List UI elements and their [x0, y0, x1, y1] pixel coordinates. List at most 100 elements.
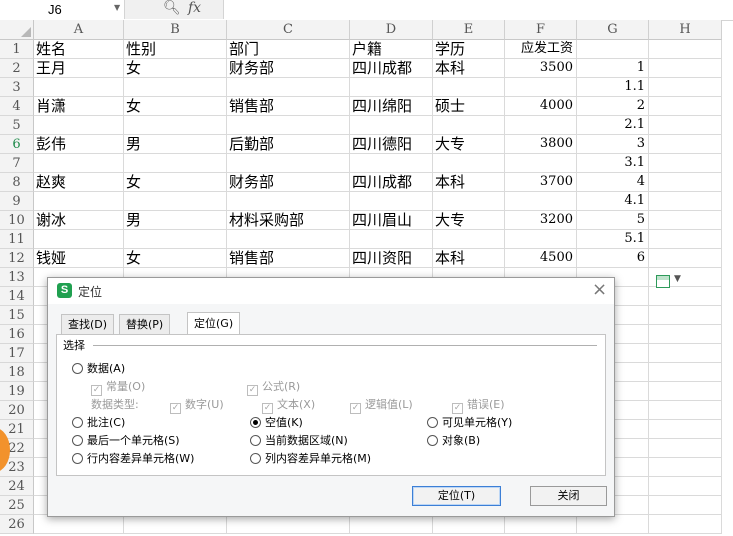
- cell-h23[interactable]: [649, 458, 722, 477]
- option-last-cell[interactable]: 最后一个单元格(S): [72, 432, 180, 448]
- cell-e10[interactable]: 大专: [433, 211, 505, 230]
- row-header-13[interactable]: 13: [0, 268, 34, 287]
- cell-d9[interactable]: [350, 192, 433, 211]
- cell-e5[interactable]: [433, 116, 505, 135]
- cell-h6[interactable]: [649, 135, 722, 154]
- row-header-17[interactable]: 17: [0, 344, 34, 363]
- column-header-f[interactable]: F: [505, 20, 577, 40]
- chevron-down-icon[interactable]: ▼: [114, 3, 120, 12]
- cell-a7[interactable]: [34, 154, 124, 173]
- cell-a9[interactable]: [34, 192, 124, 211]
- cell-e9[interactable]: [433, 192, 505, 211]
- row-header-2[interactable]: 2: [0, 59, 34, 78]
- cell-d10[interactable]: 四川眉山: [350, 211, 433, 230]
- row-header-6[interactable]: 6: [0, 135, 34, 154]
- cell-f1[interactable]: 应发工资: [505, 40, 577, 59]
- cell-f11[interactable]: [505, 230, 577, 249]
- cell-b10[interactable]: 男: [124, 211, 227, 230]
- cell-h8[interactable]: [649, 173, 722, 192]
- cell-f3[interactable]: [505, 78, 577, 97]
- cell-h19[interactable]: [649, 382, 722, 401]
- cell-a3[interactable]: [34, 78, 124, 97]
- cell-d8[interactable]: 四川成都: [350, 173, 433, 192]
- cell-b26[interactable]: [124, 515, 227, 534]
- tab-replace[interactable]: 替换(P): [119, 314, 171, 334]
- row-header-26[interactable]: 26: [0, 515, 34, 534]
- cell-f26[interactable]: [505, 515, 577, 534]
- cell-a1[interactable]: 姓名: [34, 40, 124, 59]
- cell-g9[interactable]: 4.1: [577, 192, 649, 211]
- row-header-24[interactable]: 24: [0, 477, 34, 496]
- cell-d7[interactable]: [350, 154, 433, 173]
- row-header-12[interactable]: 12: [0, 249, 34, 268]
- cell-h9[interactable]: [649, 192, 722, 211]
- cell-b6[interactable]: 男: [124, 135, 227, 154]
- row-header-4[interactable]: 4: [0, 97, 34, 116]
- goto-button[interactable]: 定位(T): [412, 486, 501, 506]
- cell-h22[interactable]: [649, 439, 722, 458]
- cell-d5[interactable]: [350, 116, 433, 135]
- cell-b8[interactable]: 女: [124, 173, 227, 192]
- option-constant[interactable]: ✓ 常量(O): [91, 378, 145, 396]
- cell-g8[interactable]: 4: [577, 173, 649, 192]
- cell-a11[interactable]: [34, 230, 124, 249]
- option-objects[interactable]: 对象(B): [427, 432, 480, 448]
- cell-d3[interactable]: [350, 78, 433, 97]
- cell-g4[interactable]: 2: [577, 97, 649, 116]
- cell-f12[interactable]: 4500: [505, 249, 577, 268]
- cell-e11[interactable]: [433, 230, 505, 249]
- cell-b2[interactable]: 女: [124, 59, 227, 78]
- cell-d4[interactable]: 四川绵阳: [350, 97, 433, 116]
- cell-f2[interactable]: 3500: [505, 59, 577, 78]
- cell-c11[interactable]: [227, 230, 350, 249]
- cell-g7[interactable]: 3.1: [577, 154, 649, 173]
- cell-b4[interactable]: 女: [124, 97, 227, 116]
- option-number[interactable]: ✓ 数字(U): [170, 396, 224, 414]
- cell-a26[interactable]: [34, 515, 124, 534]
- row-header-11[interactable]: 11: [0, 230, 34, 249]
- option-data[interactable]: 数据(A): [72, 360, 125, 376]
- cell-e12[interactable]: 本科: [433, 249, 505, 268]
- cell-d6[interactable]: 四川德阳: [350, 135, 433, 154]
- cell-g10[interactable]: 5: [577, 211, 649, 230]
- cell-e4[interactable]: 硕士: [433, 97, 505, 116]
- cell-c10[interactable]: 材料采购部: [227, 211, 350, 230]
- cell-h11[interactable]: [649, 230, 722, 249]
- row-header-8[interactable]: 8: [0, 173, 34, 192]
- cell-b11[interactable]: [124, 230, 227, 249]
- option-error[interactable]: ✓ 错误(E): [452, 396, 505, 414]
- close-button[interactable]: 关闭: [530, 486, 607, 506]
- column-header-h[interactable]: H: [649, 20, 722, 40]
- cell-h17[interactable]: [649, 344, 722, 363]
- close-icon[interactable]: ×: [592, 279, 607, 301]
- cell-a10[interactable]: 谢冰: [34, 211, 124, 230]
- row-header-15[interactable]: 15: [0, 306, 34, 325]
- column-header-a[interactable]: A: [34, 20, 124, 40]
- cell-a4[interactable]: 肖潇: [34, 97, 124, 116]
- magnifier-icon[interactable]: 🔍︎: [163, 0, 181, 16]
- cell-b12[interactable]: 女: [124, 249, 227, 268]
- cell-f7[interactable]: [505, 154, 577, 173]
- cell-d1[interactable]: 户籍: [350, 40, 433, 59]
- paste-options-button[interactable]: ▼: [653, 273, 683, 289]
- cell-f6[interactable]: 3800: [505, 135, 577, 154]
- cell-d11[interactable]: [350, 230, 433, 249]
- row-header-9[interactable]: 9: [0, 192, 34, 211]
- row-header-1[interactable]: 1: [0, 40, 34, 59]
- cell-h4[interactable]: [649, 97, 722, 116]
- row-header-10[interactable]: 10: [0, 211, 34, 230]
- cell-h25[interactable]: [649, 496, 722, 515]
- select-all-corner[interactable]: [0, 20, 34, 40]
- cell-h18[interactable]: [649, 363, 722, 382]
- cell-h1[interactable]: [649, 40, 722, 59]
- row-header-14[interactable]: 14: [0, 287, 34, 306]
- cell-e26[interactable]: [433, 515, 505, 534]
- option-formula[interactable]: ✓ 公式(R): [247, 378, 300, 396]
- cell-h21[interactable]: [649, 420, 722, 439]
- cell-a6[interactable]: 彭伟: [34, 135, 124, 154]
- option-comment[interactable]: 批注(C): [72, 414, 125, 430]
- cell-c7[interactable]: [227, 154, 350, 173]
- cell-g1[interactable]: [577, 40, 649, 59]
- cell-e6[interactable]: 大专: [433, 135, 505, 154]
- column-header-b[interactable]: B: [124, 20, 227, 40]
